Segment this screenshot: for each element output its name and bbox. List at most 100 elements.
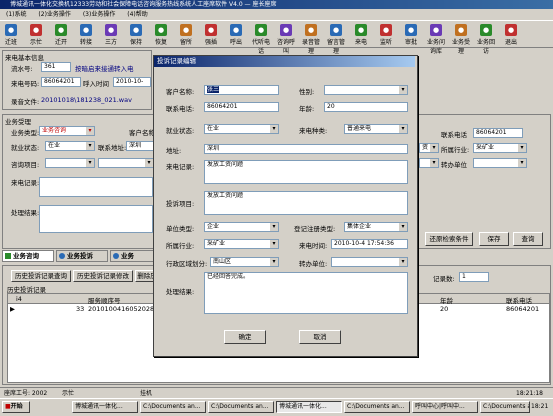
dlg-record-textarea[interactable]: 发放工资问题 [204,160,408,184]
toolbar-button-16[interactable]: ● 审批 [402,23,420,47]
dialog-cancel-button[interactable]: 取消 [299,330,341,344]
dlg-age-field[interactable]: 20 [324,102,408,112]
toolbar-button-20[interactable]: ● 退出 [502,23,520,47]
toolbar-button-0[interactable]: ● 迁班 [2,23,20,47]
toolbar-label-8: 强插 [204,39,217,46]
consult-tab-icon [5,253,11,259]
industry-label: 所属行业: [441,146,470,154]
toolbar: ● 迁班 ● 示忙 ● 迁开 ● 转接 ● 三方 ● 保持 ● 恢复 ● 留所 ● 强插 ● 呼出 ● 代听电话 ● 咨询呼叫… [0,20,553,55]
call-time-field[interactable]: 2010-10- [113,77,151,87]
toolbar-button-7[interactable]: ● 留所 [177,23,195,47]
toolbar-button-6[interactable]: ● 恢复 [152,23,170,47]
dlg-transfer-select[interactable] [331,257,408,267]
toolbar-icon-14: ● [355,24,367,36]
task-item[interactable]: 呼叫中心|呼叫中... [412,401,478,413]
toolbar-label-1: 示忙 [29,39,42,46]
toolbar-icon-9: ● [230,24,242,36]
task-item[interactable]: 博城通讯一体化... [72,401,138,413]
dlg-record-label: 来电记录: [166,163,195,171]
dlg-region-select[interactable]: 南山区 [210,257,279,267]
toolbar-button-2[interactable]: ● 迁开 [52,23,70,47]
transfer-select[interactable] [473,158,527,168]
dlg-calltype-select[interactable]: 普通来电 [344,124,408,134]
restore-criteria-button[interactable]: 还原检索条件 [425,232,473,246]
caller-info-panel: 来电基本信息 流水号: 361 按暗启来接通转入电 来电号码: 86064201… [2,50,152,110]
toolbar-icon-10: ● [255,24,267,36]
menu-help[interactable]: (4)帮助 [127,11,148,18]
toolbar-button-14[interactable]: ● 来电 [352,23,370,47]
client-name-label: 客户名称 [129,129,155,137]
dlg-reg-select[interactable]: 集体企业 [344,222,408,232]
toolbar-label-5: 保持 [129,39,142,46]
dlg-result-textarea[interactable]: 已经回答完成。 [204,272,408,314]
extra-select-2[interactable] [419,158,439,168]
task-item-active[interactable]: 博城通讯一体化... [276,401,342,413]
menu-business-1[interactable]: (2)业务操作 [38,11,71,18]
menu-system[interactable]: (1)系统 [6,11,27,18]
query-button[interactable]: 查询 [513,232,543,246]
business-type-select[interactable]: 业务咨询 [39,126,95,136]
dlg-job-select[interactable]: 在业 [204,124,279,134]
toolbar-button-3[interactable]: ● 转接 [77,23,95,47]
toolbar-button-17[interactable]: ● 业务问询库 [427,23,445,55]
result-textarea[interactable] [39,205,153,233]
consult-select-2[interactable] [98,158,154,168]
task-item[interactable]: C:\Documents an... [480,401,530,413]
dlg-address-field[interactable]: 深圳 [204,144,408,154]
address-field[interactable]: 深圳 [126,141,154,151]
job-status-select[interactable]: 在业 [45,141,95,151]
dlg-calltime-field[interactable]: 2010-10-4 17:54:36 [331,239,408,249]
toolbar-button-15[interactable]: ● 监听 [377,23,395,47]
caller-phone-field[interactable]: 86064201 [41,77,81,87]
toolbar-label-4: 三方 [104,39,117,46]
seq-field[interactable]: 361 [41,62,71,72]
dlg-gender-label: 性别: [299,88,315,96]
toolbar-button-12[interactable]: ● 录音管理 [302,23,320,55]
subtab-history-query[interactable]: 历史投诉记录查询 [11,270,71,282]
toolbar-button-9[interactable]: ● 呼出 [227,23,245,47]
save-button[interactable]: 保存 [479,232,509,246]
toolbar-button-19[interactable]: ● 业务回访 [477,23,495,55]
dlg-phone-field[interactable]: 86064201 [204,102,279,112]
toolbar-button-18[interactable]: ● 业务受理 [452,23,470,55]
dlg-unit-select[interactable]: 企业 [204,222,279,232]
toolbar-icon-16: ● [405,24,417,36]
dlg-industry-select[interactable]: 采矿业 [204,239,279,249]
industry-select[interactable]: 采矿业 [473,143,527,153]
tab-complaint[interactable]: 业务投诉 [56,250,108,262]
toolbar-button-8[interactable]: ● 强插 [202,23,220,47]
business-tab-icon [113,253,119,259]
start-button[interactable]: ■开始 [2,401,30,413]
toolbar-button-13[interactable]: ● 留言管理 [327,23,345,55]
dlg-gender-select[interactable] [324,85,408,95]
toolbar-button-11[interactable]: ● 咨询呼叫 [277,23,295,55]
dlg-complaint-textarea[interactable]: 发放工资问题 [204,191,408,215]
record-textarea[interactable] [39,177,153,197]
address-label: 联系地址: [98,144,127,152]
task-item[interactable]: C:\Documents an... [344,401,410,413]
consult-select[interactable] [45,158,95,168]
consult-label: 咨询项目: [11,161,40,169]
toolbar-button-5[interactable]: ● 保持 [127,23,145,47]
call-time-label: 呼入时间 [83,80,109,88]
tab-consult[interactable]: 业务咨询 [2,250,54,262]
toolbar-label-16: 审批 [404,39,417,46]
dlg-name-field[interactable]: 张三 [204,85,279,95]
job-status-label: 就业状态: [11,144,40,152]
taskbar: ■开始 博城通讯一体化... C:\Documents an... C:\Doc… [0,398,553,416]
tray-clock: 18:21 [531,403,549,410]
task-item[interactable]: C:\Documents an... [140,401,206,413]
subtab-history-edit[interactable]: 历史投诉记录修改 [73,270,133,282]
toolbar-label-20: 退出 [504,39,517,46]
dlg-address-label: 地址: [166,147,182,155]
contact-phone-field[interactable]: 86064201 [473,128,523,138]
task-item[interactable]: C:\Documents an... [208,401,274,413]
extra-select[interactable]: 资 [419,143,439,153]
menu-business-2[interactable]: (3)业务操作 [83,11,116,18]
toolbar-button-4[interactable]: ● 三方 [102,23,120,47]
recording-file[interactable]: 20101018\181238_021.wav [41,96,132,104]
toolbar-button-10[interactable]: ● 代听电话 [252,23,270,55]
dialog-ok-button[interactable]: 确定 [224,330,266,344]
toolbar-icon-11: ● [280,24,292,36]
toolbar-button-1[interactable]: ● 示忙 [27,23,45,47]
